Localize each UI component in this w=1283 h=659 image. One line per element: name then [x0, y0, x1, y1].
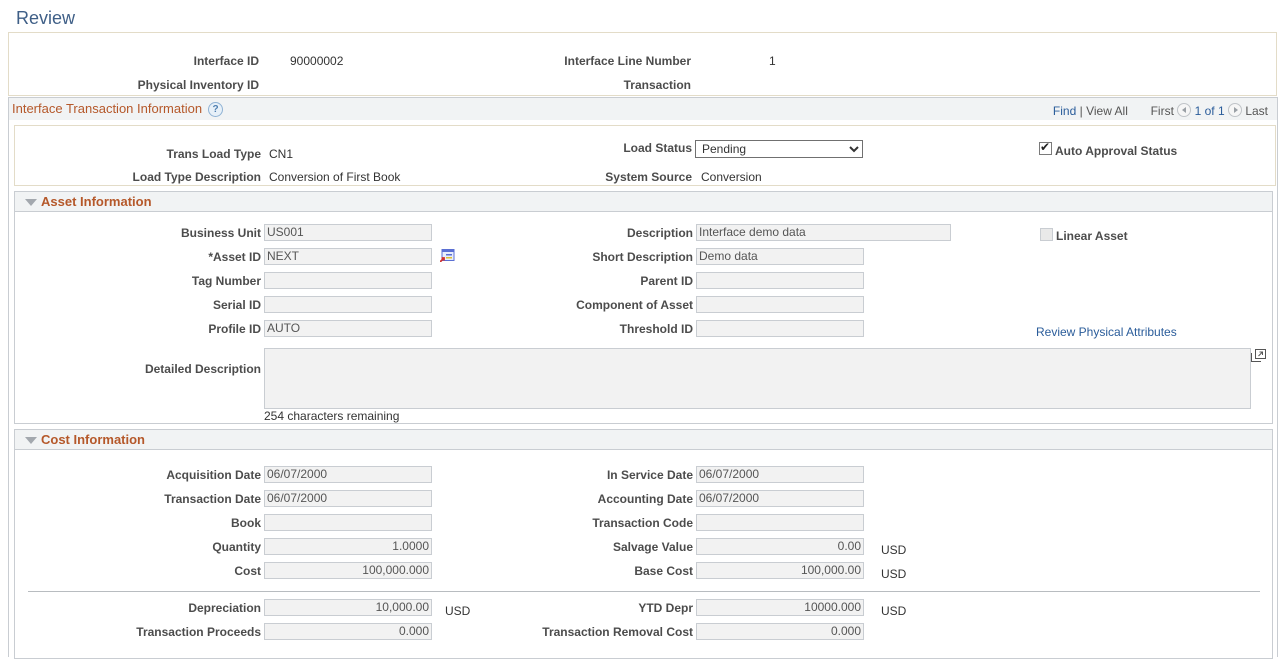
- ytd-depr-currency: USD: [881, 604, 907, 618]
- previous-row-icon[interactable]: [1177, 103, 1192, 117]
- transaction-proceeds-field[interactable]: 0.000: [264, 623, 432, 640]
- short-description-field[interactable]: Demo data: [696, 248, 864, 265]
- quantity-field[interactable]: 1.0000: [264, 538, 432, 555]
- ytd-depr-label: YTD Depr: [638, 601, 693, 615]
- transaction-removal-cost-label: Transaction Removal Cost: [542, 625, 693, 639]
- short-description-label: Short Description: [592, 250, 693, 264]
- book-label: Book: [231, 516, 261, 530]
- business-unit-label: Business Unit: [180, 226, 261, 240]
- transaction-proceeds-label: Transaction Proceeds: [136, 625, 261, 639]
- next-row-icon[interactable]: [1227, 103, 1242, 117]
- book-field[interactable]: [264, 514, 432, 531]
- cost-label: Cost: [234, 564, 261, 578]
- parent-id-field[interactable]: [696, 272, 864, 289]
- last-link[interactable]: Last: [1245, 104, 1268, 118]
- linear-asset-label: Linear Asset: [1056, 229, 1128, 243]
- cost-divider: [28, 591, 1260, 592]
- grid-title-text: Interface Transaction Information: [12, 101, 203, 116]
- help-icon[interactable]: ?: [208, 102, 224, 117]
- cost-info-header[interactable]: Cost Information: [14, 429, 1273, 450]
- component-of-asset-field[interactable]: [696, 296, 864, 313]
- collapse-triangle-icon[interactable]: [25, 199, 37, 206]
- base-cost-currency: USD: [881, 567, 907, 581]
- serial-id-label: Serial ID: [212, 298, 261, 312]
- salvage-value-label: Salvage Value: [612, 540, 693, 554]
- transaction-removal-cost-field[interactable]: 0.000: [696, 623, 864, 640]
- business-unit-field[interactable]: US001: [264, 224, 432, 241]
- in-service-date-field[interactable]: 06/07/2000: [696, 466, 864, 483]
- salvage-value-currency: USD: [881, 543, 907, 557]
- parent-id-label: Parent ID: [640, 274, 693, 288]
- transaction-date-field[interactable]: 06/07/2000: [264, 490, 432, 507]
- load-type-description-label: Load Type Description: [132, 170, 261, 184]
- interface-id-value: 90000002: [290, 54, 344, 68]
- load-status-select[interactable]: Pending: [695, 140, 863, 158]
- transaction-label: Transaction: [623, 78, 691, 92]
- system-source-label: System Source: [605, 170, 692, 184]
- detailed-description-label: Detailed Description: [144, 362, 261, 376]
- ytd-depr-field[interactable]: 10000.000: [696, 599, 864, 616]
- review-physical-attributes-link[interactable]: Review Physical Attributes: [1036, 325, 1177, 339]
- tag-number-label: Tag Number: [191, 274, 261, 288]
- profile-id-field[interactable]: AUTO: [264, 320, 432, 337]
- accounting-date-label: Accounting Date: [597, 492, 693, 506]
- trans-load-type-label: Trans Load Type: [166, 147, 261, 161]
- trans-load-type-value: CN1: [269, 147, 294, 161]
- auto-approval-label: Auto Approval Status: [1055, 144, 1178, 158]
- page-title: Review: [16, 8, 76, 28]
- row-counter: 1 of 1: [1194, 104, 1225, 118]
- threshold-id-label: Threshold ID: [619, 322, 693, 336]
- grid-title: Interface Transaction Information?: [12, 101, 224, 117]
- serial-id-field[interactable]: [264, 296, 432, 313]
- find-link[interactable]: Find: [1053, 104, 1076, 118]
- description-field[interactable]: Interface demo data: [696, 224, 951, 241]
- interface-line-number-value: 1: [769, 54, 776, 68]
- transaction-code-label: Transaction Code: [592, 516, 693, 530]
- threshold-id-field[interactable]: [696, 320, 864, 337]
- load-status-label: Load Status: [623, 141, 692, 155]
- asset-detail-icon[interactable]: [439, 249, 455, 263]
- asset-id-field[interactable]: NEXT: [264, 248, 432, 265]
- cost-field[interactable]: 100,000.000: [264, 562, 432, 579]
- base-cost-label: Base Cost: [634, 564, 693, 578]
- transaction-date-label: Transaction Date: [164, 492, 261, 506]
- cost-info-title: Cost Information: [41, 432, 145, 447]
- first-link[interactable]: First: [1151, 104, 1174, 118]
- base-cost-field[interactable]: 100,000.00: [696, 562, 864, 579]
- profile-id-label: Profile ID: [208, 322, 261, 336]
- auto-approval-checkbox[interactable]: [1039, 140, 1052, 155]
- accounting-date-field[interactable]: 06/07/2000: [696, 490, 864, 507]
- acquisition-date-field[interactable]: 06/07/2000: [264, 466, 432, 483]
- linear-asset-checkbox[interactable]: [1040, 228, 1053, 241]
- asset-info-title: Asset Information: [41, 194, 152, 209]
- tag-number-field[interactable]: [264, 272, 432, 289]
- depreciation-currency: USD: [445, 604, 471, 618]
- interface-id-label: Interface ID: [193, 54, 259, 68]
- in-service-date-label: In Service Date: [606, 468, 693, 482]
- view-all-link[interactable]: View All: [1086, 104, 1128, 118]
- collapse-triangle-icon[interactable]: [25, 437, 37, 444]
- depreciation-field[interactable]: 10,000.00: [264, 599, 432, 616]
- salvage-value-field[interactable]: 0.00: [696, 538, 864, 555]
- asset-id-label: *Asset ID: [208, 250, 261, 264]
- asset-info-header[interactable]: Asset Information: [14, 191, 1273, 212]
- load-type-description-value: Conversion of First Book: [269, 170, 401, 184]
- quantity-label: Quantity: [212, 540, 261, 554]
- physical-inventory-id-label: Physical Inventory ID: [137, 78, 259, 92]
- depreciation-label: Depreciation: [188, 601, 261, 615]
- expand-textarea-icon[interactable]: [1251, 349, 1266, 362]
- acquisition-date-label: Acquisition Date: [166, 468, 261, 482]
- component-of-asset-label: Component of Asset: [576, 298, 693, 312]
- transaction-code-field[interactable]: [696, 514, 864, 531]
- characters-remaining: 254 characters remaining: [264, 409, 400, 423]
- nav-separator: |: [1079, 104, 1083, 118]
- interface-line-number-label: Interface Line Number: [564, 54, 691, 68]
- system-source-value: Conversion: [701, 170, 762, 184]
- grid-navigation: Find | View All First 1 of 1 Last: [1053, 103, 1268, 118]
- detailed-description-textarea[interactable]: [264, 348, 1251, 409]
- description-label: Description: [626, 226, 693, 240]
